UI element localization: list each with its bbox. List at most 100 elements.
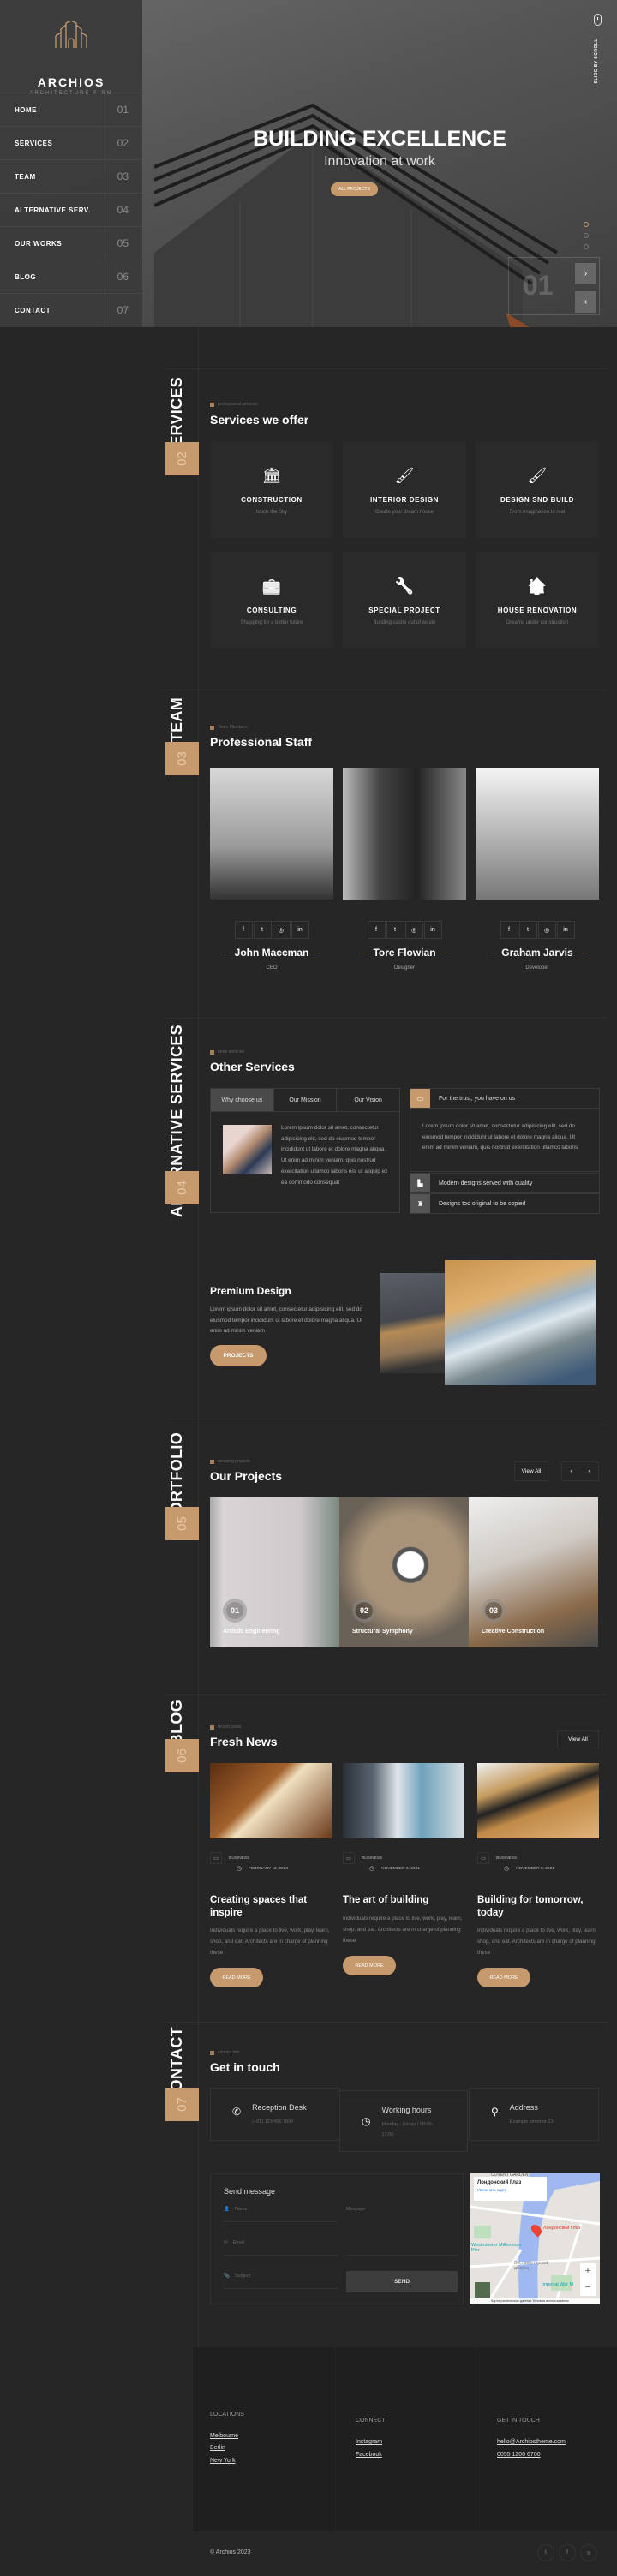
nav-label: ALTERNATIVE SERV. — [15, 206, 91, 214]
message-textarea[interactable]: Message — [346, 2207, 458, 2255]
footer-location-link[interactable]: New York — [210, 2458, 236, 2464]
instagram-icon[interactable]: ◎ — [537, 921, 556, 939]
footer-phone-link[interactable]: 0055 1200 6700 — [497, 2452, 541, 2458]
service-card[interactable]: 💼 CONSULTING Shapping for a better future — [210, 552, 333, 648]
facebook-icon[interactable]: f — [559, 2544, 576, 2561]
accordion-item-modern[interactable]: ▙ Modern designs served with quality — [410, 1173, 600, 1193]
accordion-item-trust[interactable]: ▭ For the trust, you have on us — [410, 1088, 600, 1109]
category-text[interactable]: BUSINESS — [496, 1856, 517, 1861]
portfolio-prev-button[interactable]: ‹ — [561, 1461, 580, 1481]
footer-instagram-link[interactable]: Instagram — [356, 2439, 382, 2445]
instagram-icon[interactable]: ◎ — [272, 921, 291, 939]
twitter-icon[interactable]: t — [253, 921, 272, 939]
prev-slide-button[interactable]: ‹ — [575, 291, 596, 313]
linkedin-icon[interactable]: in — [423, 921, 442, 939]
service-card[interactable]: 🔧 SPECIAL PROJECT Building castle out of w… — [343, 552, 466, 648]
send-button[interactable]: SEND — [346, 2271, 458, 2292]
projects-button[interactable]: PROJECTS — [210, 1345, 267, 1366]
email-underline — [224, 2255, 338, 2256]
post-category: ▭ BUSINESS — [477, 1852, 517, 1864]
paint-brush-icon: 🖌 — [394, 467, 415, 484]
nav-item-our-works[interactable]: OUR WORKS 05 — [0, 226, 142, 260]
team-member-name: Tore Flowian — [343, 947, 466, 959]
category-text[interactable]: BUSINESS — [362, 1856, 382, 1861]
next-slide-button[interactable]: › — [575, 263, 596, 284]
subject-field[interactable]: 📎 Subject — [224, 2274, 338, 2279]
twitter-icon[interactable]: t — [537, 2544, 554, 2561]
slide-dot-3[interactable] — [584, 244, 589, 249]
portfolio-next-button[interactable]: › — [580, 1461, 599, 1481]
nav-item-home[interactable]: HOME 01 — [0, 93, 142, 127]
footer-email-link[interactable]: hello@Archiostheme.com — [497, 2439, 566, 2445]
tab-why-choose-us[interactable]: Why choose us — [211, 1089, 274, 1111]
section-number: 05 — [165, 1507, 199, 1540]
post-title[interactable]: Creating spaces that inspire — [210, 1894, 332, 1919]
name-field[interactable]: 👤 Name — [224, 2207, 338, 2212]
email-field[interactable]: ✉ Email — [224, 2240, 338, 2245]
linkedin-icon[interactable]: in — [556, 921, 575, 939]
read-more-button[interactable]: READ MORE — [343, 1956, 396, 1975]
team-member-name: John Maccman — [210, 947, 333, 959]
nav-item-services[interactable]: SERVICES 02 — [0, 126, 142, 160]
post-category: ▭ BUSINESS — [343, 1852, 382, 1864]
house-laptop-icon: 🏠 — [527, 577, 548, 595]
footer-facebook-link[interactable]: Facebook — [356, 2452, 382, 2458]
bank-icon: 🏛 — [261, 467, 282, 484]
map-zoom-controls[interactable]: + − — [580, 2263, 596, 2296]
instagram-icon[interactable]: ◎ — [580, 2544, 597, 2561]
map-enlarge-link[interactable]: Увеличить карту — [477, 2188, 543, 2192]
zoom-out-button[interactable]: − — [580, 2280, 596, 2296]
section-number: 07 — [165, 2088, 199, 2121]
subject-underline — [224, 2288, 338, 2289]
nav-item-contact[interactable]: CONTACT 07 — [0, 293, 142, 327]
twitter-icon[interactable]: t — [518, 921, 537, 939]
nav-item-blog[interactable]: BLOG 06 — [0, 260, 142, 294]
post-title[interactable]: The art of building — [343, 1894, 464, 1907]
building-arches-icon — [55, 21, 87, 48]
service-card[interactable]: 🖌 DESIGN SND BUILD From imagination to rea… — [476, 441, 599, 538]
footer-connect-title: CONNECT — [356, 2418, 386, 2424]
read-more-button[interactable]: READ MORE — [477, 1968, 530, 1987]
twitter-icon[interactable]: t — [386, 921, 404, 939]
facebook-icon[interactable]: f — [234, 921, 253, 939]
linkedin-icon[interactable]: in — [291, 921, 309, 939]
slide-dot-2[interactable] — [584, 233, 589, 238]
map-label-pier: Westminster Millennium Pier — [471, 2243, 522, 2253]
instagram-icon[interactable]: ◎ — [404, 921, 423, 939]
category-text[interactable]: BUSINESS — [229, 1856, 249, 1861]
all-projects-button[interactable]: ALL PROJECTS — [331, 182, 378, 196]
accordion-item-original[interactable]: ♜ Designs too original to be copied — [410, 1193, 600, 1214]
tab-image — [223, 1125, 272, 1174]
project-card[interactable]: 02 Structural Symphony — [339, 1497, 469, 1647]
folder-icon: ▭ — [343, 1852, 355, 1864]
tab-our-vision[interactable]: Our Vision — [337, 1089, 399, 1111]
footer-location-link[interactable]: Melbourne — [210, 2433, 238, 2439]
service-card[interactable]: 🏛 CONSTRUCTION touch the Sky — [210, 441, 333, 538]
facebook-icon[interactable]: f — [367, 921, 386, 939]
blog-kicker: recent posts — [210, 1724, 241, 1730]
blog-image[interactable] — [343, 1763, 464, 1838]
slide-dot-1[interactable] — [584, 222, 589, 227]
service-card[interactable]: 🏠 HOUSE RENOVATION Dreams under constructi… — [476, 552, 599, 648]
nav-item-alternative-serv-[interactable]: ALTERNATIVE SERV. 04 — [0, 193, 142, 227]
post-title[interactable]: Building for tomorrow, today — [477, 1894, 599, 1919]
blog-view-all-button[interactable]: View All — [557, 1730, 599, 1748]
tab-our-mission[interactable]: Our Mission — [274, 1089, 338, 1111]
footer-location-link[interactable]: Berlin — [210, 2445, 225, 2451]
nav-item-team[interactable]: TEAM 03 — [0, 159, 142, 194]
read-more-button[interactable]: READ MORE — [210, 1968, 263, 1987]
zoom-in-button[interactable]: + — [580, 2263, 596, 2280]
project-card[interactable]: 03 Creative Construction — [469, 1497, 598, 1647]
date-text: FEBRUARY 12, 2023 — [249, 1866, 289, 1871]
kicker-text: Team Members — [218, 725, 248, 730]
blog-image[interactable] — [477, 1763, 599, 1838]
name-placeholder: Name — [234, 2207, 248, 2212]
portfolio-view-all-button[interactable]: View All — [514, 1461, 548, 1481]
map[interactable]: COVENT GARDEN Лондонский Глаз Увеличить … — [470, 2173, 600, 2304]
blog-image[interactable] — [210, 1763, 332, 1838]
service-title: SPECIAL PROJECT — [368, 607, 440, 614]
facebook-icon[interactable]: f — [500, 921, 518, 939]
project-card[interactable]: 01 Artistic Engineering — [210, 1497, 339, 1647]
service-card[interactable]: 🖌 INTERIOR DESIGN Create your dream house — [343, 441, 466, 538]
map-satellite-toggle[interactable] — [475, 2282, 490, 2298]
